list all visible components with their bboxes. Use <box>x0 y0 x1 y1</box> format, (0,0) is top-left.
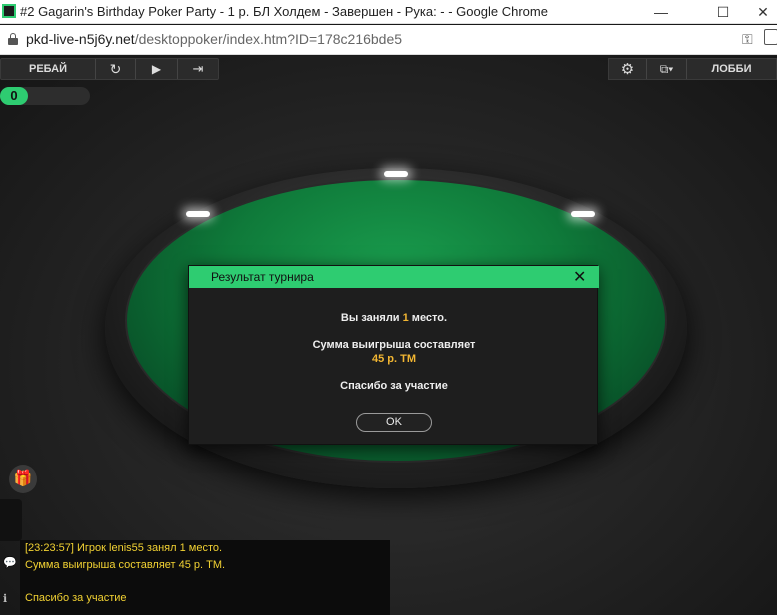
side-panel <box>0 499 22 541</box>
close-window-button[interactable]: ✕ <box>740 0 777 24</box>
chat-line: Спасибо за участие <box>25 592 127 604</box>
address-bar[interactable]: pkd-live-n5j6y.net/desktoppoker/index.ht… <box>0 25 777 55</box>
url-text[interactable]: pkd-live-n5j6y.net/desktoppoker/index.ht… <box>26 31 402 47</box>
chat-line: Сумма выигрыша составляет 45 р. ТМ. <box>25 559 226 571</box>
chat-panel: [23:23:57] Игрок lenis55 занял 1 место. … <box>20 540 390 615</box>
speech-icon[interactable]: 💬 <box>3 556 17 569</box>
table-light <box>384 171 408 177</box>
poker-game-area: РЕБАЙ ↻ ▶ ⇥ ⚙ ⧉▾ ЛОББИ 0 Результат турни… <box>0 56 777 615</box>
refresh-icon[interactable]: ↻ <box>96 59 136 79</box>
window-title: #2 Gagarin's Birthday Poker Party - 1 р.… <box>20 4 548 19</box>
counter-bar: 0 <box>0 87 90 105</box>
url-host: pkd-live-n5j6y.net <box>26 31 135 47</box>
dialog-title: Результат турнира <box>211 270 314 284</box>
window-titlebar: #2 Gagarin's Birthday Poker Party - 1 р.… <box>0 0 777 24</box>
table-toolbar-left: РЕБАЙ ↻ ▶ ⇥ <box>0 58 219 80</box>
exit-icon[interactable]: ⇥ <box>178 59 218 79</box>
app-icon <box>2 4 16 18</box>
play-icon[interactable]: ▶ <box>136 59 178 79</box>
lobby-button[interactable]: ЛОББИ <box>687 59 776 79</box>
info-icon[interactable]: ℹ <box>3 592 7 605</box>
tournament-result-dialog: Результат турнира ✕ Вы заняли 1 место. С… <box>188 265 599 445</box>
table-toolbar-right: ⚙ ⧉▾ ЛОББИ <box>608 58 777 80</box>
place-suffix: место. <box>408 312 448 324</box>
ok-button[interactable]: OK <box>356 413 432 432</box>
dialog-header: Результат турнира ✕ <box>189 266 599 288</box>
counter-badge: 0 <box>0 87 28 105</box>
thanks-message: Спасибо за участие <box>340 380 448 392</box>
prize-label: Сумма выигрыша составляет <box>312 339 476 351</box>
gear-icon[interactable]: ⚙ <box>609 59 647 79</box>
close-icon[interactable]: ✕ <box>573 267 586 287</box>
key-icon[interactable]: ⚿ <box>742 31 753 48</box>
tables-layout-icon[interactable]: ⧉▾ <box>647 59 687 79</box>
place-message: Вы заняли 1 место. <box>189 312 599 324</box>
place-prefix: Вы заняли <box>340 312 403 324</box>
url-path: /desktoppoker/index.htm?ID=178c216bde5 <box>134 31 403 47</box>
table-light <box>186 211 210 217</box>
minimize-button[interactable]: — <box>638 0 684 24</box>
gift-icon[interactable]: 🎁 <box>9 465 37 493</box>
chat-line: [23:23:57] Игрок lenis55 занял 1 место. <box>25 542 223 554</box>
open-in-window-icon[interactable] <box>764 29 777 45</box>
prize-amount: 45 р. ТМ <box>371 353 416 365</box>
lock-icon[interactable] <box>8 33 18 45</box>
table-light <box>571 211 595 217</box>
rebuy-button[interactable]: РЕБАЙ <box>1 59 96 79</box>
